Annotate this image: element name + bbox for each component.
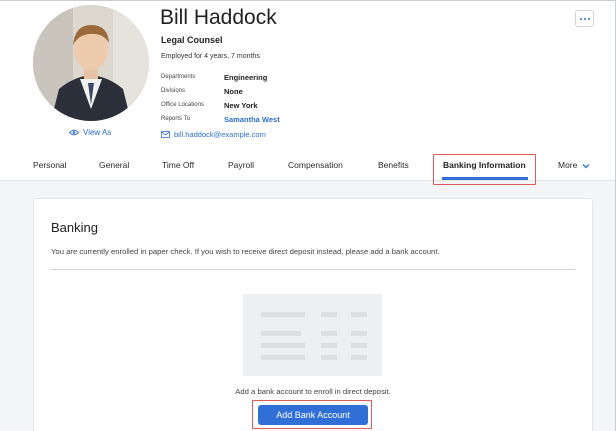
placeholder-line [351, 312, 367, 317]
detail-row-office-locations: Office Locations New York [161, 98, 280, 112]
placeholder-line [261, 312, 305, 317]
mail-icon [161, 131, 170, 138]
email-address: bill.haddock@example.com [174, 130, 266, 139]
placeholder-line [261, 343, 305, 348]
job-title: Legal Counsel [161, 35, 223, 45]
more-actions-button[interactable] [575, 10, 594, 27]
detail-label: Departments [161, 74, 196, 80]
placeholder-line [351, 343, 367, 348]
detail-label: Office Locations [161, 102, 204, 108]
employee-details: Departments Engineering Divisions None O… [161, 70, 280, 126]
tab-benefits[interactable]: Benefits [378, 160, 409, 170]
employment-tenure: Employed for 4 years, 7 months [161, 53, 260, 60]
detail-row-divisions: Divisions None [161, 84, 280, 98]
detail-label: Divisions [161, 88, 186, 94]
dot [587, 17, 590, 20]
tab-time-off[interactable]: Time Off [162, 160, 194, 170]
avatar [33, 5, 149, 121]
placeholder-line [321, 312, 337, 317]
tab-payroll[interactable]: Payroll [228, 160, 254, 170]
tab-more-label: More [558, 160, 578, 170]
tab-personal[interactable]: Personal [33, 160, 67, 170]
person-photo-icon [33, 5, 149, 121]
placeholder-line [321, 331, 337, 336]
tab-compensation[interactable]: Compensation [288, 160, 343, 170]
email-link[interactable]: bill.haddock@example.com [161, 130, 266, 139]
placeholder-line [351, 355, 367, 360]
employee-name: Bill Haddock [160, 6, 277, 29]
dot [583, 17, 586, 20]
detail-value: None [224, 86, 243, 96]
tab-general[interactable]: General [99, 160, 129, 170]
bank-account-placeholder-illustration [243, 294, 382, 376]
banking-description: You are currently enrolled in paper chec… [51, 247, 440, 256]
banking-tab-highlight [433, 154, 536, 185]
manager-link[interactable]: Samantha West [224, 115, 280, 124]
placeholder-line [321, 355, 337, 360]
detail-row-reports-to: Reports To Samantha West [161, 112, 280, 126]
dot [579, 17, 582, 20]
view-as-link[interactable]: View As [69, 128, 111, 137]
window-top-border [0, 0, 616, 1]
card-divider [51, 269, 575, 270]
placeholder-line [261, 331, 301, 336]
placeholder-line [351, 331, 367, 336]
detail-value: New York [224, 100, 258, 110]
detail-row-departments: Departments Engineering [161, 70, 280, 84]
tab-more[interactable]: More [558, 160, 590, 170]
chevron-down-icon [582, 163, 590, 169]
empty-state-text: Add a bank account to enroll in direct d… [235, 387, 391, 396]
add-bank-account-button[interactable]: Add Bank Account [258, 405, 368, 425]
detail-label: Reports To [161, 116, 190, 122]
placeholder-line [321, 343, 337, 348]
banking-title: Banking [51, 220, 98, 235]
detail-value: Engineering [224, 72, 268, 82]
view-as-label: View As [83, 128, 112, 137]
eye-icon [69, 129, 79, 136]
placeholder-line [261, 355, 305, 360]
